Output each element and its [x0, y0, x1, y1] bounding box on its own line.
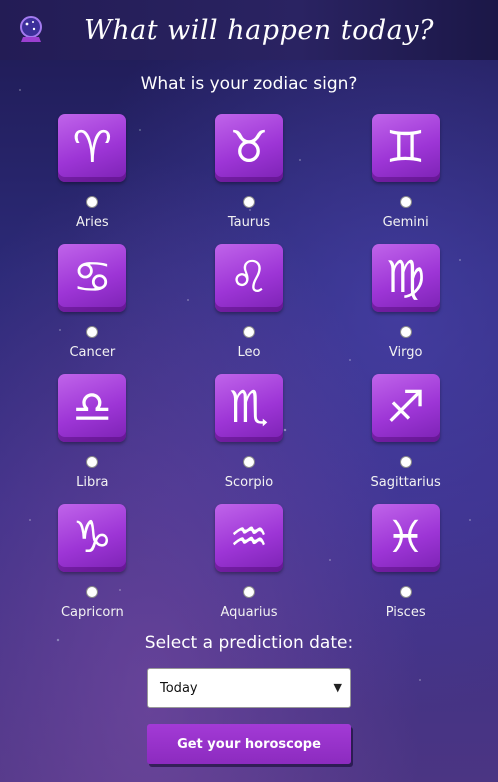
aries-radio[interactable]	[86, 196, 99, 208]
taurus-icon[interactable]: ♉	[214, 114, 283, 182]
gemini-icon[interactable]: ♊	[371, 114, 440, 182]
capricorn-icon[interactable]: ♑	[58, 504, 127, 572]
sign-aquarius[interactable]: ♒ Aquarius	[171, 504, 328, 623]
leo-radio[interactable]	[242, 326, 255, 338]
capricorn-radio[interactable]	[86, 586, 99, 598]
chevron-down-icon: ▼	[333, 681, 342, 694]
sign-leo[interactable]: ♌ Leo	[171, 244, 328, 363]
leo-icon[interactable]: ♌	[214, 244, 283, 312]
libra-radio[interactable]	[86, 456, 99, 468]
virgo-radio[interactable]	[399, 326, 412, 338]
gemini-radio[interactable]	[399, 196, 412, 208]
sign-sagittarius[interactable]: ♐ Sagittarius	[327, 374, 484, 493]
sign-label: Taurus	[227, 215, 271, 230]
taurus-radio[interactable]	[242, 196, 255, 208]
aquarius-icon[interactable]: ♒	[214, 504, 283, 572]
sign-taurus[interactable]: ♉ Taurus	[171, 114, 328, 233]
get-horoscope-button[interactable]: Get your horoscope	[147, 724, 351, 764]
sign-pisces[interactable]: ♓ Pisces	[327, 504, 484, 623]
date-select-value: Today	[160, 680, 198, 696]
sign-label: Leo	[237, 345, 261, 360]
pisces-icon[interactable]: ♓	[371, 504, 440, 572]
libra-icon[interactable]: ♎	[58, 374, 127, 442]
sign-label: Pisces	[385, 605, 426, 620]
sagittarius-radio[interactable]	[399, 456, 412, 468]
crystal-ball-icon	[20, 16, 42, 42]
scorpio-radio[interactable]	[242, 456, 255, 468]
sign-aries[interactable]: ♈ Aries	[14, 114, 171, 233]
sign-label: Cancer	[69, 345, 116, 360]
sign-gemini[interactable]: ♊ Gemini	[327, 114, 484, 233]
sign-label: Aries	[76, 215, 109, 230]
sign-label: Virgo	[388, 345, 423, 360]
header: What will happen today?	[0, 0, 498, 60]
sign-label: Capricorn	[60, 605, 124, 620]
sign-virgo[interactable]: ♍ Virgo	[327, 244, 484, 363]
zodiac-question: What is your zodiac sign?	[140, 74, 358, 94]
sign-label: Gemini	[382, 215, 429, 230]
sign-cancer[interactable]: ♋ Cancer	[14, 244, 171, 363]
sign-label: Sagittarius	[370, 475, 441, 490]
sign-libra[interactable]: ♎ Libra	[14, 374, 171, 493]
virgo-icon[interactable]: ♍	[371, 244, 440, 312]
sign-scorpio[interactable]: ♏ Scorpio	[171, 374, 328, 493]
sign-label: Libra	[76, 475, 109, 490]
date-label: Select a prediction date:	[144, 633, 354, 653]
sagittarius-icon[interactable]: ♐	[371, 374, 440, 442]
sign-capricorn[interactable]: ♑ Capricorn	[14, 504, 171, 623]
cancer-radio[interactable]	[86, 326, 99, 338]
aquarius-radio[interactable]	[242, 586, 255, 598]
sign-label: Aquarius	[220, 605, 278, 620]
pisces-radio[interactable]	[399, 586, 412, 598]
sign-label: Scorpio	[224, 475, 274, 490]
scorpio-icon[interactable]: ♏	[214, 374, 283, 442]
aries-icon[interactable]: ♈	[58, 114, 127, 182]
page-title: What will happen today?	[84, 14, 434, 46]
zodiac-grid: ♈ Aries ♉ Taurus ♊ Gemini ♋ Cancer ♌ Leo…	[14, 114, 484, 623]
date-select[interactable]: Today ▼	[147, 668, 351, 708]
cancer-icon[interactable]: ♋	[58, 244, 127, 312]
